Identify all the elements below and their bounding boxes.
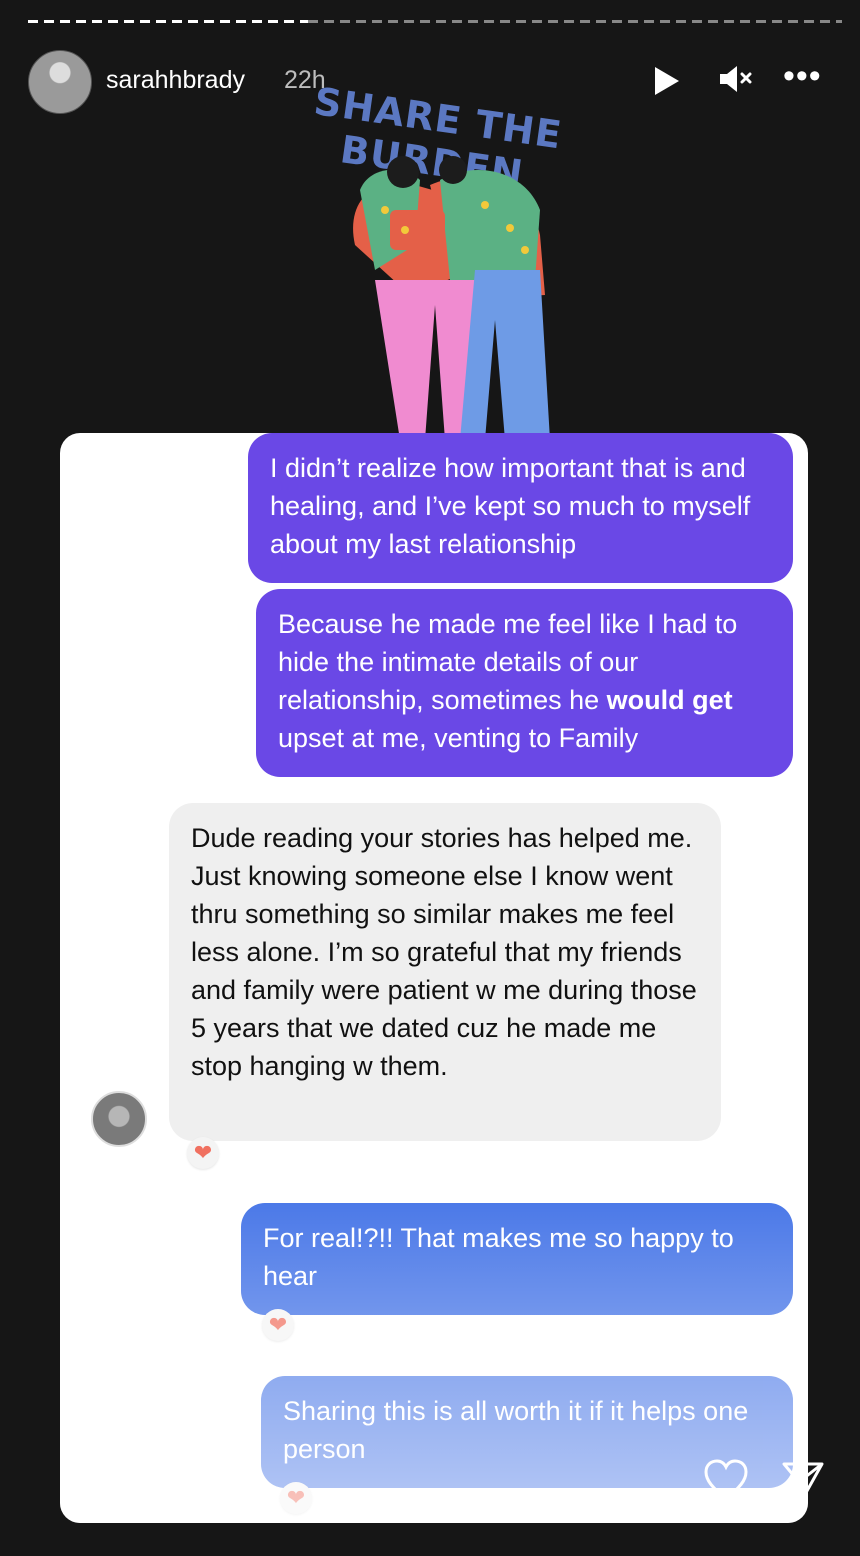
mute-icon[interactable] <box>718 64 752 94</box>
heart-icon[interactable] <box>702 1458 750 1502</box>
message-text-emphasis: would get <box>606 685 733 715</box>
message-text: For real!?!! That makes me so happy to h… <box>263 1223 734 1291</box>
message-text: Sharing this is all worth it if it helps… <box>283 1396 749 1464</box>
heart-reaction-icon: ❤ <box>280 1482 312 1514</box>
message-bubble-outgoing-3: For real!?!! That makes me so happy to h… <box>241 1203 793 1315</box>
message-bubble-outgoing-1: I didn’t realize how important that is a… <box>248 433 793 583</box>
heart-reaction-icon: ❤ <box>187 1137 219 1169</box>
profile-avatar[interactable] <box>28 50 92 114</box>
username[interactable]: sarahhbrady <box>106 66 245 95</box>
friend-avatar[interactable] <box>91 1091 147 1147</box>
message-bubble-incoming: Dude reading your stories has helped me.… <box>169 803 721 1141</box>
message-text: I didn’t realize how important that is a… <box>270 453 751 559</box>
more-options-icon[interactable]: ••• <box>783 59 822 93</box>
play-icon[interactable] <box>655 67 679 95</box>
story-progress-track <box>308 20 842 23</box>
story-progress-fill <box>28 20 308 23</box>
message-bubble-outgoing-2: Because he made me feel like I had to hi… <box>256 589 793 777</box>
message-screenshot-card: I didn’t realize how important that is a… <box>60 433 808 1523</box>
message-text: Dude reading your stories has helped me.… <box>191 823 697 1081</box>
send-icon[interactable] <box>780 1458 826 1502</box>
story-progress <box>28 20 842 23</box>
hugging-figures-illustration <box>353 156 550 445</box>
heart-reaction-icon: ❤ <box>262 1309 294 1341</box>
message-text-suffix: upset at me, venting to Family <box>278 723 639 753</box>
